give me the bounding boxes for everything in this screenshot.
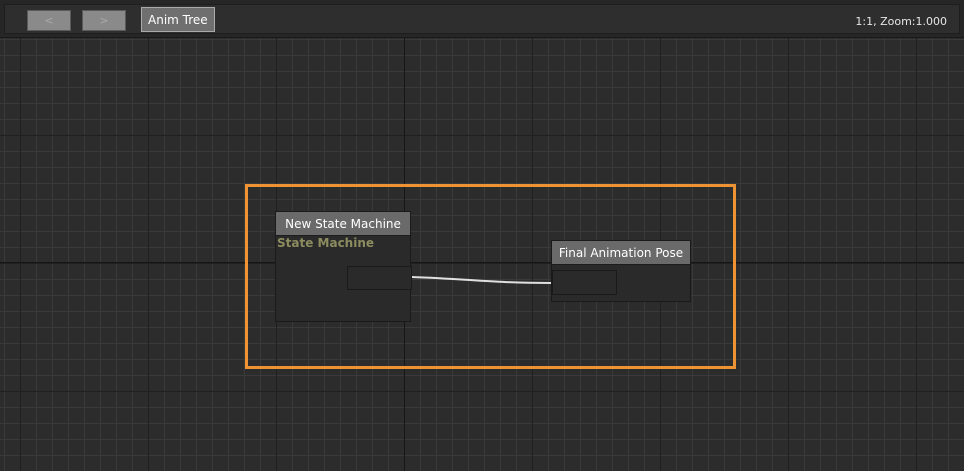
- forward-arrow-icon: >: [99, 14, 109, 27]
- graph-toolbar: < > Anim Tree 1:1, Zoom:1.000: [0, 0, 964, 38]
- back-button[interactable]: <: [27, 10, 71, 31]
- back-arrow-icon: <: [44, 14, 54, 27]
- forward-button[interactable]: >: [82, 10, 126, 31]
- selection-rectangle: [245, 184, 736, 369]
- zoom-readout: 1:1, Zoom:1.000: [855, 15, 947, 28]
- breadcrumb-anim-tree[interactable]: Anim Tree: [141, 7, 215, 32]
